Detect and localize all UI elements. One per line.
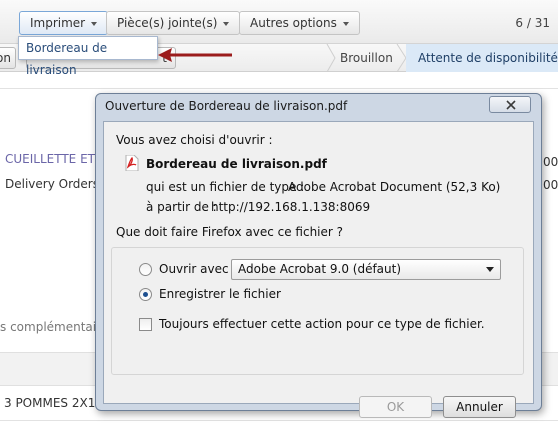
chevron-down-icon xyxy=(223,21,230,26)
open-with-radio[interactable] xyxy=(139,263,152,276)
print-menu: Bordereau de livraison xyxy=(18,36,158,77)
save-file-radio[interactable] xyxy=(139,288,152,301)
value-partial-2: 00 xyxy=(543,178,558,192)
step-waiting-availability[interactable]: Attente de disponibilité xyxy=(406,44,558,72)
save-file-label[interactable]: Enregistrer le fichier xyxy=(159,287,281,301)
attachments-button-label: Pièce(s) jointe(s) xyxy=(117,16,218,30)
step-draft[interactable]: Brouillon xyxy=(328,44,406,72)
partial-action-button[interactable]: on xyxy=(0,47,16,69)
action-question: Que doit faire Firefox avec ce fichier ? xyxy=(112,225,348,239)
dialog-close-button[interactable] xyxy=(489,96,531,113)
always-do-label[interactable]: Toujours effectuer cette action pour ce … xyxy=(159,317,485,331)
ok-button[interactable]: OK xyxy=(359,396,432,418)
dialog-body: Vous avez choisi d'ouvrir : Bordereau de… xyxy=(103,121,534,418)
dialog-title: Ouverture de Bordereau de livraison.pdf xyxy=(105,99,348,113)
open-with-label[interactable]: Ouvrir avec xyxy=(159,262,229,276)
chevron-down-icon xyxy=(486,267,494,272)
table-row-partial: 3 POMMES 2X12 xyxy=(4,396,103,410)
open-with-select[interactable]: Adobe Acrobat 9.0 (défaut) xyxy=(231,259,501,280)
chevron-down-icon xyxy=(91,21,98,26)
print-button[interactable]: Imprimer xyxy=(19,11,109,35)
close-icon xyxy=(506,100,516,110)
file-source-label: à partir de : xyxy=(146,200,217,214)
file-name: Bordereau de livraison.pdf xyxy=(146,157,327,171)
more-options-button[interactable]: Autres options xyxy=(239,11,360,35)
attachments-button[interactable]: Pièce(s) jointe(s) xyxy=(106,11,241,35)
always-do-checkbox[interactable] xyxy=(139,318,152,331)
file-type-label: qui est un fichier de type : xyxy=(146,180,305,194)
print-button-label: Imprimer xyxy=(30,16,86,30)
file-source-value: http://192.168.1.138:8069 xyxy=(211,200,371,214)
value-partial-1: 00 xyxy=(543,155,558,169)
chevron-down-icon xyxy=(342,21,349,26)
pdf-icon xyxy=(125,155,139,171)
record-pager: 6 / 31 xyxy=(515,16,550,30)
file-type-value: Adobe Acrobat Document (52,3 Ko) xyxy=(288,180,501,194)
divider xyxy=(0,88,558,89)
open-with-select-value: Adobe Acrobat 9.0 (défaut) xyxy=(238,262,402,276)
download-dialog: Ouverture de Bordereau de livraison.pdf … xyxy=(95,93,542,418)
picking-type-link[interactable]: CUEILLETTE ET xyxy=(5,152,95,166)
section-text-partial: s complémentair xyxy=(0,320,102,334)
cancel-button[interactable]: Annuler xyxy=(443,396,516,418)
more-options-button-label: Autres options xyxy=(250,16,337,30)
dialog-intro: Vous avez choisi d'ouvrir : xyxy=(116,133,273,147)
delivery-orders-text: Delivery Orders xyxy=(5,177,99,191)
red-arrow-icon xyxy=(158,48,232,62)
print-menu-item[interactable]: Bordereau de livraison xyxy=(26,37,157,81)
step-separator xyxy=(396,44,406,72)
divider xyxy=(0,420,558,421)
